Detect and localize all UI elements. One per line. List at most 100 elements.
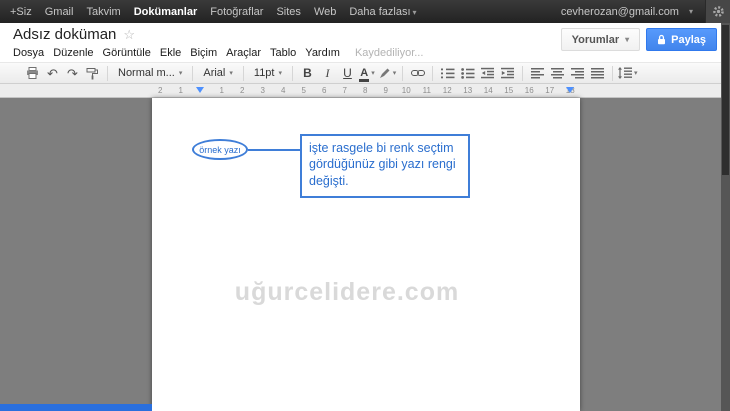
- chevron-down-icon: ▾: [625, 35, 629, 44]
- toolbar-divider: [192, 66, 193, 81]
- align-center-icon: [551, 68, 564, 79]
- increase-indent-button[interactable]: [498, 64, 517, 82]
- menu-goruntule[interactable]: Görüntüle: [103, 47, 151, 59]
- menu-dosya[interactable]: Dosya: [13, 47, 44, 59]
- numbered-list-icon: [441, 67, 455, 79]
- ruler-number: 8: [355, 84, 376, 97]
- chevron-down-icon: ▾: [179, 69, 183, 77]
- bold-button[interactable]: B: [298, 64, 317, 82]
- highlight-pen-icon: [379, 67, 391, 79]
- ruler-number: 10: [396, 84, 417, 97]
- topbar-link-gmail[interactable]: Gmail: [45, 6, 74, 18]
- text-color-letter: A: [360, 67, 368, 79]
- chevron-down-icon: ▾: [371, 69, 375, 77]
- font-family-value: Arial: [203, 67, 225, 79]
- topbar-link-photos[interactable]: Fotoğraflar: [210, 6, 263, 18]
- undo-button[interactable]: ↶: [43, 64, 62, 82]
- ruler-number: 4: [273, 84, 294, 97]
- save-status: Kaydediliyor...: [355, 47, 423, 59]
- toolbar-divider: [243, 66, 244, 81]
- bulleted-list-button[interactable]: [458, 64, 477, 82]
- topbar-link-web[interactable]: Web: [314, 6, 336, 18]
- chevron-down-icon: ▾: [634, 69, 638, 77]
- document-header: Adsız doküman ☆ Dosya Düzenle Görüntüle …: [0, 23, 730, 62]
- ruler-number: 11: [417, 84, 438, 97]
- toolbar-divider: [402, 66, 403, 81]
- toolbar-divider: [432, 66, 433, 81]
- account-chevron-down-icon[interactable]: ▾: [689, 7, 693, 16]
- toolbar-divider: [107, 66, 108, 81]
- bottom-blue-bar: [0, 404, 152, 411]
- paragraph-style-value: Normal m...: [118, 67, 175, 79]
- font-size-dropdown[interactable]: 11pt ▾: [249, 67, 287, 79]
- numbered-list-button[interactable]: [438, 64, 457, 82]
- doc-title[interactable]: Adsız doküman: [13, 26, 116, 43]
- share-button[interactable]: Paylaş: [646, 28, 717, 51]
- topbar-link-plus[interactable]: +Siz: [10, 6, 32, 18]
- align-left-button[interactable]: [528, 64, 547, 82]
- document-ruler[interactable]: 21123456789101112131415161718: [0, 84, 721, 98]
- document-page[interactable]: örnek yazı işte rasgele bi renk seçtim g…: [152, 98, 580, 411]
- redo-button[interactable]: ↷: [63, 64, 82, 82]
- ruler-number: 5: [294, 84, 315, 97]
- topbar-link-calendar[interactable]: Takvim: [86, 6, 120, 18]
- paint-format-button[interactable]: [83, 64, 102, 82]
- text-color-button[interactable]: A ▾: [358, 64, 377, 82]
- chevron-down-icon: ▾: [229, 69, 233, 77]
- topbar-link-docs[interactable]: Dokümanlar: [134, 6, 198, 18]
- menu-araclar[interactable]: Araçlar: [226, 47, 261, 59]
- ruler-number: 16: [519, 84, 540, 97]
- topbar-more-label: Daha fazlası: [349, 6, 410, 18]
- align-left-icon: [531, 68, 544, 79]
- line-spacing-button[interactable]: ▾: [618, 64, 638, 82]
- decrease-indent-button[interactable]: [478, 64, 497, 82]
- menu-tablo[interactable]: Tablo: [270, 47, 296, 59]
- vertical-scrollbar[interactable]: [721, 23, 730, 411]
- ruler-number: 9: [376, 84, 397, 97]
- comments-button[interactable]: Yorumlar ▾: [561, 28, 641, 51]
- chevron-down-icon: ▾: [393, 69, 397, 77]
- header-buttons: Yorumlar ▾ Paylaş: [561, 28, 717, 51]
- bulleted-list-icon: [461, 67, 475, 79]
- connector-line: [248, 149, 300, 151]
- callout-text-box[interactable]: işte rasgele bi renk seçtim gördüğünüz g…: [300, 134, 470, 198]
- account-email[interactable]: cevherozan@gmail.com: [561, 6, 679, 18]
- font-family-dropdown[interactable]: Arial ▾: [198, 67, 238, 79]
- topbar-link-sites[interactable]: Sites: [276, 6, 300, 18]
- italic-button[interactable]: I: [318, 64, 337, 82]
- title-row: Adsız doküman ☆: [13, 26, 135, 43]
- share-button-label: Paylaş: [671, 34, 706, 46]
- highlight-color-button[interactable]: ▾: [378, 64, 397, 82]
- scrollbar-thumb[interactable]: [722, 25, 729, 175]
- menu-duzenle[interactable]: Düzenle: [53, 47, 93, 59]
- topbar-right-group: cevherozan@gmail.com ▾: [561, 0, 730, 23]
- drawn-ellipse-shape[interactable]: örnek yazı: [192, 139, 248, 160]
- undo-icon: ↶: [47, 67, 58, 80]
- menu-yardim[interactable]: Yardım: [305, 47, 340, 59]
- align-right-button[interactable]: [568, 64, 587, 82]
- ruler-right-margin-marker[interactable]: [566, 87, 574, 93]
- ruler-number: 3: [253, 84, 274, 97]
- ruler-indent-marker[interactable]: [196, 87, 204, 93]
- paragraph-style-dropdown[interactable]: Normal m... ▾: [113, 67, 187, 79]
- align-justify-button[interactable]: [588, 64, 607, 82]
- align-center-button[interactable]: [548, 64, 567, 82]
- google-black-bar: +Siz Gmail Takvim Dokümanlar Fotoğraflar…: [0, 0, 730, 23]
- line-spacing-icon: [618, 67, 632, 79]
- menu-ekle[interactable]: Ekle: [160, 47, 181, 59]
- redo-icon: ↷: [67, 67, 78, 80]
- outdent-icon: [481, 67, 494, 79]
- underline-button[interactable]: U: [338, 64, 357, 82]
- menu-bar: Dosya Düzenle Görüntüle Ekle Biçim Araçl…: [13, 47, 423, 59]
- settings-gear-button[interactable]: [705, 0, 730, 23]
- ruler-number: 2: [232, 84, 253, 97]
- topbar-link-more[interactable]: Daha fazlası▾: [349, 6, 416, 18]
- ruler-number: 1: [212, 84, 233, 97]
- ruler-number: 2: [150, 84, 171, 97]
- menu-bicim[interactable]: Biçim: [190, 47, 217, 59]
- link-icon: [411, 68, 425, 78]
- print-button[interactable]: [23, 64, 42, 82]
- star-icon[interactable]: ☆: [123, 27, 135, 43]
- toolbar-divider: [612, 66, 613, 81]
- insert-link-button[interactable]: [408, 64, 427, 82]
